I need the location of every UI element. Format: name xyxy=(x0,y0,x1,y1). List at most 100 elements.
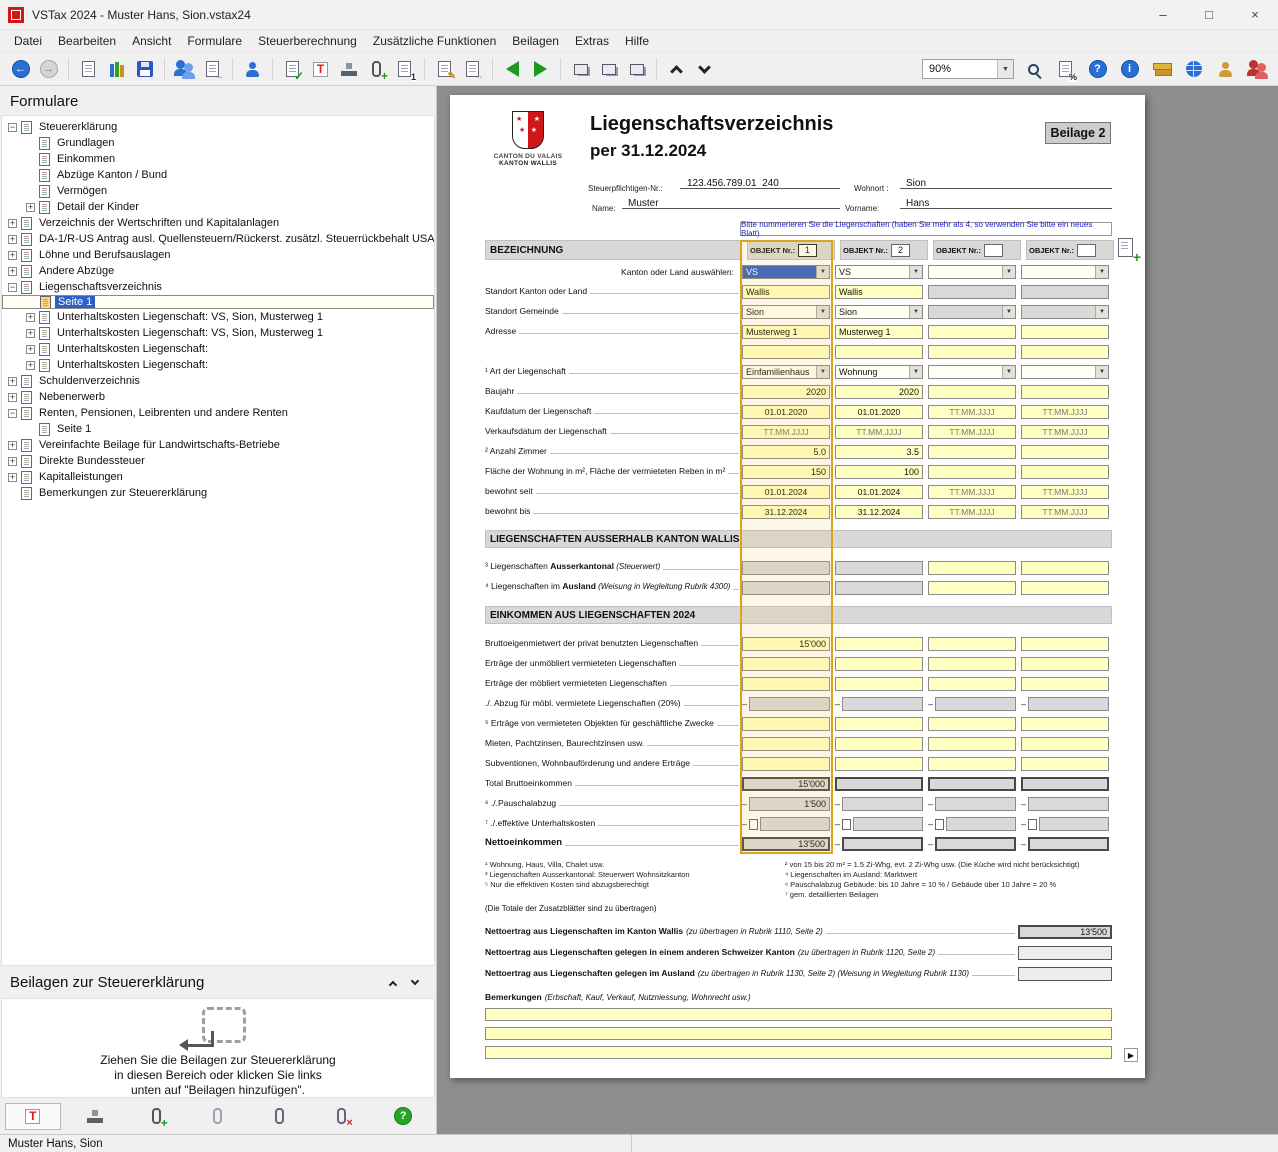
amount-field[interactable] xyxy=(1021,581,1109,595)
menu-steuerberechnung[interactable]: Steuerberechnung xyxy=(250,32,365,50)
dropdown-field[interactable]: ▼ xyxy=(928,305,1016,319)
tree-item[interactable]: +Seite 1 xyxy=(2,295,434,309)
collapse-down-icon[interactable] xyxy=(692,57,717,82)
prev-form-icon[interactable] xyxy=(500,57,525,82)
open-forms-icon[interactable] xyxy=(104,57,129,82)
tree-item[interactable]: +Direkte Bundessteuer xyxy=(2,453,434,469)
date-field[interactable]: TT.MM.JJJJ xyxy=(928,425,1016,439)
detail-sheet-icon[interactable] xyxy=(1028,819,1037,830)
date-field[interactable]: 31.12.2024 xyxy=(835,505,923,519)
dropdown-field[interactable]: ▼ xyxy=(1021,365,1109,379)
dropdown-field[interactable]: ▼ xyxy=(1021,305,1109,319)
expand-box-icon[interactable]: + xyxy=(26,313,35,322)
date-field[interactable]: TT.MM.JJJJ xyxy=(742,425,830,439)
tree-item[interactable]: +Nebenerwerb xyxy=(2,389,434,405)
amount-field[interactable] xyxy=(928,737,1016,751)
paperclip-light-icon[interactable] xyxy=(205,1104,230,1129)
amount-field[interactable] xyxy=(742,717,830,731)
text-field[interactable]: Musterweg 1 xyxy=(835,325,923,339)
dropdown-arrow-icon[interactable]: ▼ xyxy=(1002,266,1015,278)
attachments-dropzone[interactable]: Ziehen Sie die Beilagen zur Steuererklär… xyxy=(1,998,435,1098)
paperclip-light-button[interactable] xyxy=(190,1103,246,1130)
help-icon[interactable]: ? xyxy=(1085,57,1110,82)
help-green-button[interactable]: ? xyxy=(375,1103,431,1130)
amount-field[interactable] xyxy=(835,677,923,691)
transfer-document-icon[interactable]: → xyxy=(460,57,485,82)
text-field[interactable] xyxy=(1021,325,1109,339)
percent-document-icon[interactable]: % xyxy=(1053,57,1078,82)
expand-box-icon[interactable]: + xyxy=(26,345,35,354)
date-field[interactable]: TT.MM.JJJJ xyxy=(1021,425,1109,439)
info-icon[interactable]: i xyxy=(1117,57,1142,82)
amount-field[interactable] xyxy=(928,465,1016,479)
amount-field[interactable] xyxy=(1021,677,1109,691)
expand-box-icon[interactable]: + xyxy=(26,329,35,338)
tree-item[interactable]: +Vereinfachte Beilage für Landwirtschaft… xyxy=(2,437,434,453)
text-field[interactable]: Wallis xyxy=(835,285,923,299)
amount-field[interactable] xyxy=(928,677,1016,691)
amount-field[interactable]: 2020 xyxy=(742,385,830,399)
dropdown-arrow-icon[interactable]: ▼ xyxy=(1095,366,1108,378)
stamp-efile-button[interactable] xyxy=(67,1103,123,1130)
stamp-efile-icon[interactable] xyxy=(336,57,361,82)
objekt-number-field[interactable] xyxy=(1077,244,1096,257)
collapse-up-icon[interactable] xyxy=(664,57,689,82)
amount-field[interactable] xyxy=(835,737,923,751)
amount-field[interactable]: 2020 xyxy=(835,385,923,399)
wohnort-value[interactable]: Sion xyxy=(906,178,926,189)
text-field[interactable] xyxy=(742,345,830,359)
amount-field[interactable] xyxy=(1021,385,1109,399)
menu-datei[interactable]: Datei xyxy=(6,32,50,50)
detail-sheet-icon[interactable] xyxy=(842,819,851,830)
save-icon[interactable] xyxy=(132,57,157,82)
amount-field[interactable] xyxy=(1021,637,1109,651)
amount-field[interactable] xyxy=(928,445,1016,459)
text-field[interactable] xyxy=(835,345,923,359)
expand-box-icon[interactable]: + xyxy=(8,473,17,482)
tree-item[interactable]: +Löhne und Berufsauslagen xyxy=(2,247,434,263)
tree-item[interactable]: +Seite 1 xyxy=(2,421,434,437)
amount-field[interactable] xyxy=(742,737,830,751)
paperclip-icon[interactable] xyxy=(267,1104,292,1129)
vstax-transfer-icon[interactable]: T xyxy=(20,1104,45,1129)
text-field[interactable] xyxy=(928,325,1016,339)
dropdown-field[interactable]: ▼ xyxy=(928,365,1016,379)
amount-field[interactable] xyxy=(928,757,1016,771)
tree-item[interactable]: +Unterhaltskosten Liegenschaft: VS, Sion… xyxy=(2,309,434,325)
attach-add-icon[interactable]: + xyxy=(364,57,389,82)
expand-box-icon[interactable]: + xyxy=(8,441,17,450)
partners-icon[interactable] xyxy=(1245,57,1270,82)
taxpayer-icon[interactable] xyxy=(240,57,265,82)
paperclip-remove-button[interactable]: × xyxy=(313,1103,369,1130)
date-field[interactable]: TT.MM.JJJJ xyxy=(835,425,923,439)
dropdown-arrow-icon[interactable]: ▼ xyxy=(1095,266,1108,278)
text-field[interactable] xyxy=(1021,345,1109,359)
expand-box-icon[interactable]: + xyxy=(8,267,17,276)
amount-field[interactable] xyxy=(1021,757,1109,771)
bemerkung-field[interactable] xyxy=(485,1027,1112,1040)
dropdown-arrow-icon[interactable]: ▼ xyxy=(909,266,922,278)
tree-item[interactable]: +Unterhaltskosten Liegenschaft: VS, Sion… xyxy=(2,325,434,341)
window-single-icon[interactable] xyxy=(568,57,593,82)
amount-field[interactable] xyxy=(1021,657,1109,671)
maximize-button[interactable]: □ xyxy=(1186,0,1232,29)
nav-forward-icon[interactable]: → xyxy=(36,57,61,82)
tree-item[interactable]: +Einkommen xyxy=(2,151,434,167)
date-field[interactable]: TT.MM.JJJJ xyxy=(928,405,1016,419)
date-field[interactable]: 01.01.2024 xyxy=(742,485,830,499)
zoom-select[interactable]: 90% ▼ xyxy=(922,59,1014,79)
tree-item[interactable]: +Kapitalleistungen xyxy=(2,469,434,485)
tree-item[interactable]: −Steuererklärung xyxy=(2,119,434,135)
collapse-box-icon[interactable]: − xyxy=(8,409,17,418)
paperclip-remove-icon[interactable]: × xyxy=(329,1104,354,1129)
amount-field[interactable] xyxy=(835,637,923,651)
next-form-icon[interactable] xyxy=(528,57,553,82)
menu-formulare[interactable]: Formulare xyxy=(179,32,250,50)
dropdown-field[interactable]: VS▼ xyxy=(742,265,830,279)
amount-field[interactable] xyxy=(742,657,830,671)
esign-icon[interactable] xyxy=(1213,57,1238,82)
expand-box-icon[interactable]: + xyxy=(8,251,17,260)
text-field[interactable] xyxy=(928,345,1016,359)
contacts-icon[interactable] xyxy=(172,57,197,82)
vstax-transfer-icon[interactable]: T xyxy=(308,57,333,82)
